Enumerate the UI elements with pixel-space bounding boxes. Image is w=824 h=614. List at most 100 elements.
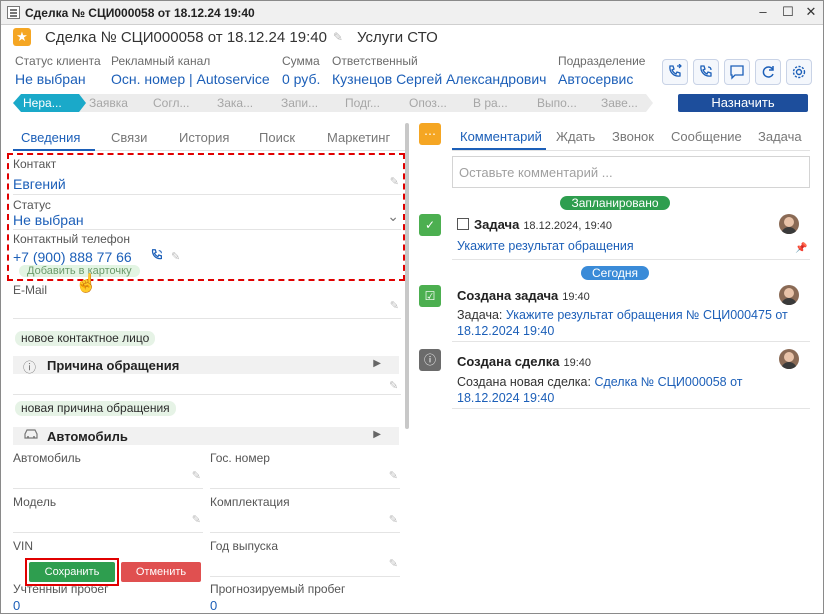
plate-field: Гос. номер ✎ [210,451,400,487]
stage-4[interactable]: Зака... [207,94,279,112]
left-tabs: Сведения Связи История Поиск Маркетинг [13,127,405,151]
email-label: E-Mail [13,283,48,297]
tab-search[interactable]: Поиск [259,130,295,145]
car-section-header[interactable]: Автомобиль ▶ [13,427,399,445]
division-field: Подразделение Автосервис [558,54,645,87]
tab-marketing[interactable]: Маркетинг [327,130,390,145]
left-scrollbar[interactable] [405,123,409,429]
task-link[interactable]: Укажите результат обращения [457,238,634,254]
car-label: Автомобиль [13,451,81,465]
comment-input[interactable]: Оставьте комментарий ... [452,156,810,188]
stage-2[interactable]: Заявка [79,94,151,112]
minimize-button[interactable]: – [752,3,774,21]
new-reason-chip[interactable]: новая причина обращения [15,401,176,416]
client-status-label: Статус клиента [15,54,101,68]
pencil-icon[interactable]: ✎ [333,30,343,44]
stage-10[interactable]: Заве... [591,94,653,112]
tab-task[interactable]: Задача [758,129,802,144]
pin-icon[interactable]: 📌 [795,243,807,254]
task-title: Задача 18.12.2024, 19:40 [474,217,613,232]
tab-call[interactable]: Звонок [612,129,654,144]
year-field: Год выпуска ✎ [210,539,400,575]
stage-9[interactable]: Выпо... [527,94,599,112]
task-card: Задача 18.12.2024, 19:40 Укажите результа… [452,214,810,260]
created-deal-body: Создана новая сделка: Сделка № СЦИ000058… [457,375,743,405]
responsible-value[interactable]: Кузнецов Сергей Александрович [332,71,546,87]
trim-field: Комплектация ✎ [210,495,400,531]
pencil-icon[interactable]: ✎ [390,299,399,312]
model-field: Модель ✎ [13,495,203,531]
pencil-icon[interactable]: ✎ [389,469,398,482]
forecast-mileage-value[interactable]: 0 [210,598,400,613]
deal-window: Сделка № СЦИ000058 от 18.12.24 19:40 – ☐… [0,0,824,614]
email-field: E-Mail ✎ [13,283,401,315]
divider [13,318,401,319]
stage-7[interactable]: Опоз... [399,94,471,112]
plate-label: Гос. номер [210,451,270,465]
pencil-icon[interactable]: ✎ [389,379,398,392]
highlight-box [25,558,119,586]
tab-comment[interactable]: Комментарий [460,129,542,144]
message-icon[interactable] [724,59,750,85]
deal-type: Услуги СТО [356,28,438,46]
new-contact-chip[interactable]: новое контактное лицо [15,331,156,346]
star-icon[interactable]: ★ [13,28,31,46]
chevron-right-icon: ▶ [373,358,381,369]
stage-1[interactable]: Нера... [13,94,87,112]
division-value[interactable]: Автосервис [558,71,645,87]
car-icon [23,428,39,443]
pencil-icon[interactable]: ✎ [192,469,201,482]
responsible-field: Ответственный Кузнецов Сергей Александро… [332,54,546,87]
pencil-icon[interactable]: ✎ [389,513,398,526]
client-status-value[interactable]: Не выбран [15,71,101,87]
tab-message[interactable]: Сообщение [671,129,742,144]
refresh-icon[interactable] [755,59,781,85]
divider [210,576,400,577]
vin-label: VIN [13,539,34,553]
stage-6[interactable]: Подг... [335,94,407,112]
maximize-button[interactable]: ☐ [777,3,799,21]
tabs-divider [452,150,810,151]
tab-history[interactable]: История [179,130,229,145]
planned-label: Запланировано [560,196,670,210]
app-icon [7,6,20,19]
forecast-mileage-label: Прогнозируемый пробег [210,582,346,596]
chevron-right-icon: ▶ [373,429,381,440]
pencil-icon[interactable]: ✎ [192,513,201,526]
created-task-time: 19:40 [562,291,590,303]
cancel-button[interactable]: Отменить [121,562,201,582]
tab-wait[interactable]: Ждать [556,129,595,144]
comment-icon: ⋯ [419,123,441,145]
info-icon: ⓘ [419,349,441,371]
divider [13,532,203,533]
task-checkbox[interactable] [457,218,469,230]
highlight-box [7,153,405,281]
divider [13,394,401,395]
reason-section-header[interactable]: ⓘ Причина обращения ▶ [13,356,399,375]
tab-details[interactable]: Сведения [21,130,80,145]
amount-value[interactable]: 0 руб. [282,71,320,87]
ad-channel-value[interactable]: Осн. номер | Autoservice [111,71,270,87]
stage-3[interactable]: Согл... [143,94,215,112]
stage-5[interactable]: Запи... [271,94,343,112]
car-section-title: Автомобиль [47,429,128,444]
created-task-link[interactable]: Укажите результат обращения № СЦИ000475 … [457,308,788,338]
divider [210,532,400,533]
responsible-label: Ответственный [332,54,418,68]
pencil-icon[interactable]: ✎ [389,557,398,570]
gear-icon[interactable] [786,59,812,85]
avatar [779,285,799,305]
stage-8[interactable]: В ра... [463,94,535,112]
mileage-value[interactable]: 0 [13,598,203,613]
active-tab-indicator [13,149,95,151]
ad-channel-label: Рекламный канал [111,54,211,68]
call-transfer-icon[interactable] [662,59,688,85]
assign-button[interactable]: Назначить [678,94,808,112]
task-created-icon: ☑ [419,285,441,307]
reason-section-title: Причина обращения [47,358,180,373]
close-button[interactable]: ✕ [800,3,822,21]
phone-icon[interactable] [693,59,719,85]
today-label: Сегодня [581,266,649,280]
window-title: Сделка № СЦИ000058 от 18.12.24 19:40 [25,6,255,20]
tab-links[interactable]: Связи [111,130,147,145]
